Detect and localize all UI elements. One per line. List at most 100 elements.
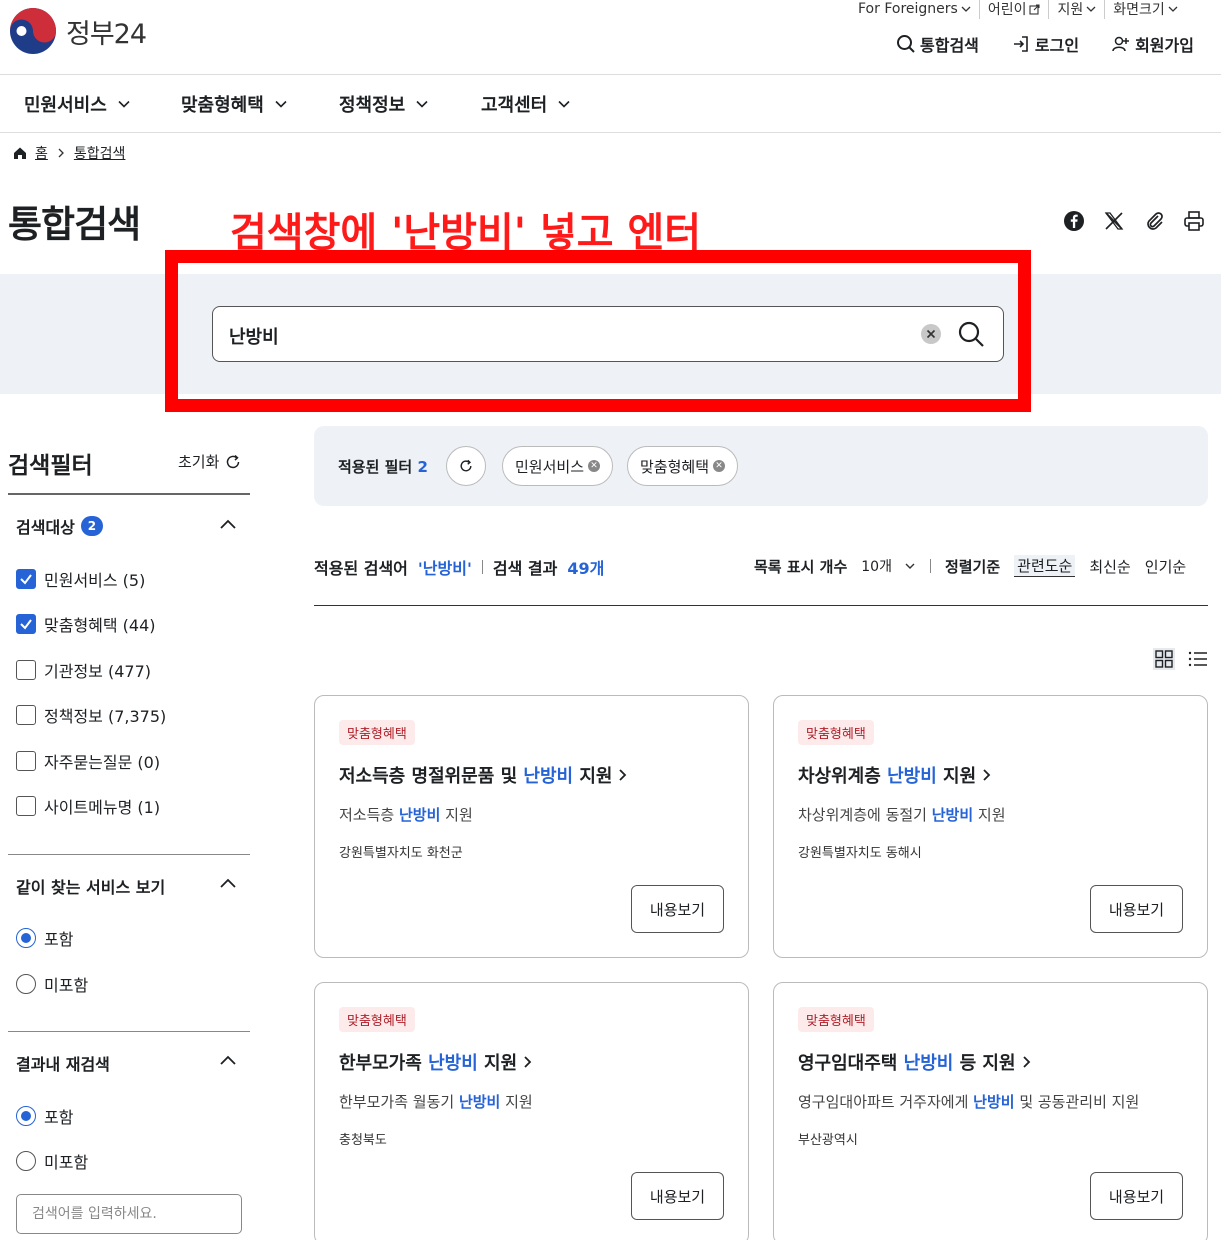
- separator: [929, 559, 931, 573]
- applied-reset-button[interactable]: [446, 446, 486, 486]
- radio-unselected[interactable]: [16, 974, 36, 994]
- grid-view-icon[interactable]: [1153, 648, 1175, 670]
- together-section-title[interactable]: 같이 찾는 서비스 보기: [16, 874, 165, 898]
- result-card: 맞춤형혜택 저소득층 명절위문품 및 난방비 지원 저소득층 난방비 지원 강원…: [314, 695, 749, 958]
- checkbox-policy-info[interactable]: 정책정보 (7,375): [16, 703, 166, 727]
- chevron-up-icon[interactable]: [218, 1051, 238, 1071]
- font-size-menu[interactable]: 화면크기: [1104, 0, 1186, 19]
- sort-relevance[interactable]: 관련도순: [1014, 555, 1076, 577]
- card-description: 한부모가족 월동기 난방비 지원: [339, 1093, 533, 1111]
- login-icon: [1013, 36, 1028, 52]
- integrated-search-link[interactable]: 통합검색: [896, 32, 979, 56]
- view-detail-button[interactable]: 내용보기: [1090, 1172, 1183, 1220]
- chip-remove-icon[interactable]: ✕: [713, 460, 726, 472]
- chevron-down-icon: [1168, 6, 1178, 12]
- research-section-title[interactable]: 결과내 재검색: [16, 1051, 110, 1075]
- view-detail-button[interactable]: 내용보기: [631, 885, 724, 933]
- target-section-title[interactable]: 검색대상 2: [16, 514, 103, 538]
- x-twitter-icon[interactable]: [1103, 210, 1125, 232]
- signup-link[interactable]: 회원가입: [1111, 32, 1194, 56]
- chevron-down-icon: [275, 100, 287, 108]
- support-menu[interactable]: 지원: [1048, 0, 1104, 19]
- chevron-right-icon: [1022, 1056, 1030, 1068]
- radio-research-exclude[interactable]: 미포함: [16, 1149, 88, 1173]
- chevron-up-icon[interactable]: [218, 515, 238, 535]
- count-badge: 2: [80, 516, 103, 536]
- filter-chip-custom-benefit[interactable]: 맞춤형혜택 ✕: [627, 446, 739, 486]
- radio-selected[interactable]: [16, 928, 36, 948]
- checkbox-unchecked[interactable]: [16, 751, 36, 771]
- breadcrumb-current[interactable]: 통합검색: [74, 143, 126, 163]
- filter-reset-button[interactable]: 초기화: [178, 451, 241, 472]
- logo-text[interactable]: 정부24: [66, 12, 147, 51]
- login-link[interactable]: 로그인: [1011, 32, 1079, 56]
- checkbox-faq[interactable]: 자주묻는질문 (0): [16, 749, 160, 773]
- checkbox-unchecked[interactable]: [16, 796, 36, 816]
- print-icon[interactable]: [1183, 210, 1205, 232]
- radio-selected[interactable]: [16, 1106, 36, 1126]
- checkbox-civil-service[interactable]: 민원서비스 (5): [16, 567, 145, 591]
- category-tag: 맞춤형혜택: [798, 1007, 874, 1032]
- category-tag: 맞춤형혜택: [339, 720, 415, 745]
- gnb-item-civil-service[interactable]: 민원서비스: [24, 91, 131, 117]
- foreigners-link[interactable]: For Foreigners: [850, 1, 979, 17]
- chip-remove-icon[interactable]: ✕: [588, 460, 601, 472]
- applied-term: '난방비': [417, 559, 472, 578]
- chevron-right-icon: [619, 769, 627, 781]
- result-card: 맞춤형혜택 한부모가족 난방비 지원 한부모가족 월동기 난방비 지원 충청북도…: [314, 982, 749, 1240]
- category-tag: 맞춤형혜택: [798, 720, 874, 745]
- card-title-link[interactable]: 한부모가족 난방비 지원: [339, 1049, 535, 1075]
- utility-nav: For Foreigners 어린이 지원 화면크기: [850, 0, 1186, 19]
- refresh-icon: [460, 459, 472, 472]
- gnb-item-custom-benefit[interactable]: 맞춤형혜택: [181, 91, 288, 117]
- radio-together-exclude[interactable]: 미포함: [16, 972, 88, 996]
- radio-unselected[interactable]: [16, 1151, 36, 1171]
- card-region: 부산광역시: [798, 1133, 858, 1148]
- page-size-select[interactable]: 10개: [861, 556, 916, 576]
- sort-popular[interactable]: 인기순: [1145, 556, 1186, 577]
- research-input[interactable]: [16, 1194, 242, 1234]
- kids-link[interactable]: 어린이: [978, 0, 1049, 19]
- checkbox-agency-info[interactable]: 기관정보 (477): [16, 658, 151, 682]
- gnb-item-policy-info[interactable]: 정책정보: [339, 91, 429, 117]
- card-title-link[interactable]: 영구임대주택 난방비 등 지원: [798, 1049, 1034, 1075]
- check-icon: [20, 619, 32, 630]
- chevron-right-icon: [524, 1056, 532, 1068]
- radio-research-include[interactable]: 포함: [16, 1104, 73, 1128]
- chevron-up-icon[interactable]: [218, 874, 238, 894]
- checkbox-custom-benefit[interactable]: 맞춤형혜택 (44): [16, 612, 156, 636]
- card-region: 강원특별자치도 동해시: [798, 846, 922, 861]
- facebook-icon[interactable]: [1063, 210, 1085, 232]
- taegeuk-emblem-icon: [10, 8, 56, 54]
- external-link-icon: [1029, 3, 1041, 15]
- chevron-down-icon: [416, 100, 428, 108]
- breadcrumb-home[interactable]: 홈: [35, 143, 48, 163]
- refresh-icon: [227, 454, 240, 468]
- filter-divider: [8, 493, 250, 495]
- checkbox-unchecked[interactable]: [16, 705, 36, 725]
- sort-latest[interactable]: 최신순: [1089, 556, 1130, 577]
- section-divider: [8, 854, 250, 855]
- checkbox-checked[interactable]: [16, 614, 36, 634]
- link-copy-icon[interactable]: [1143, 210, 1165, 232]
- chevron-down-icon: [558, 100, 570, 108]
- card-title-link[interactable]: 저소득층 명절위문품 및 난방비 지원: [339, 762, 630, 788]
- filter-chip-civil-service[interactable]: 민원서비스 ✕: [502, 446, 614, 486]
- checkbox-unchecked[interactable]: [16, 660, 36, 680]
- chevron-down-icon: [905, 563, 915, 569]
- radio-together-include[interactable]: 포함: [16, 926, 73, 950]
- checkbox-site-menu[interactable]: 사이트메뉴명 (1): [16, 794, 160, 818]
- chevron-right-icon: [983, 769, 991, 781]
- checkbox-checked[interactable]: [16, 569, 36, 589]
- check-icon: [20, 574, 32, 585]
- view-detail-button[interactable]: 내용보기: [1090, 885, 1183, 933]
- results-summary: 적용된 검색어 '난방비' 검색 결과 49개: [314, 555, 604, 579]
- view-detail-button[interactable]: 내용보기: [631, 1172, 724, 1220]
- breadcrumb: 홈 통합검색: [13, 143, 125, 163]
- sort-bar: 목록 표시 개수 10개 정렬기준 관련도순 최신순 인기순: [754, 555, 1187, 577]
- list-view-icon[interactable]: [1187, 648, 1209, 670]
- gnb-item-customer-center[interactable]: 고객센터: [481, 91, 571, 117]
- card-region: 충청북도: [339, 1133, 387, 1148]
- result-card: 맞춤형혜택 영구임대주택 난방비 등 지원 영구임대아파트 거주자에게 난방비 …: [773, 982, 1208, 1240]
- card-title-link[interactable]: 차상위계층 난방비 지원: [798, 762, 994, 788]
